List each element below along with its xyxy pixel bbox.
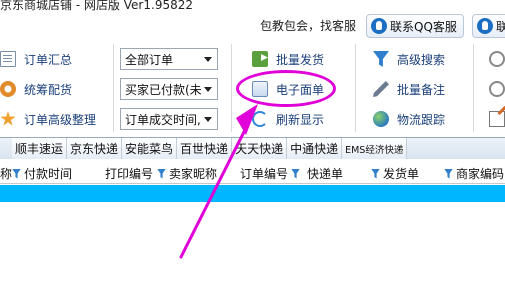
annotation-arrow xyxy=(179,104,258,259)
app-window: 京东商城店铺 - 网店版 Ver1.95822 包教包会，找客服 联系QQ客服 … xyxy=(0,0,505,307)
